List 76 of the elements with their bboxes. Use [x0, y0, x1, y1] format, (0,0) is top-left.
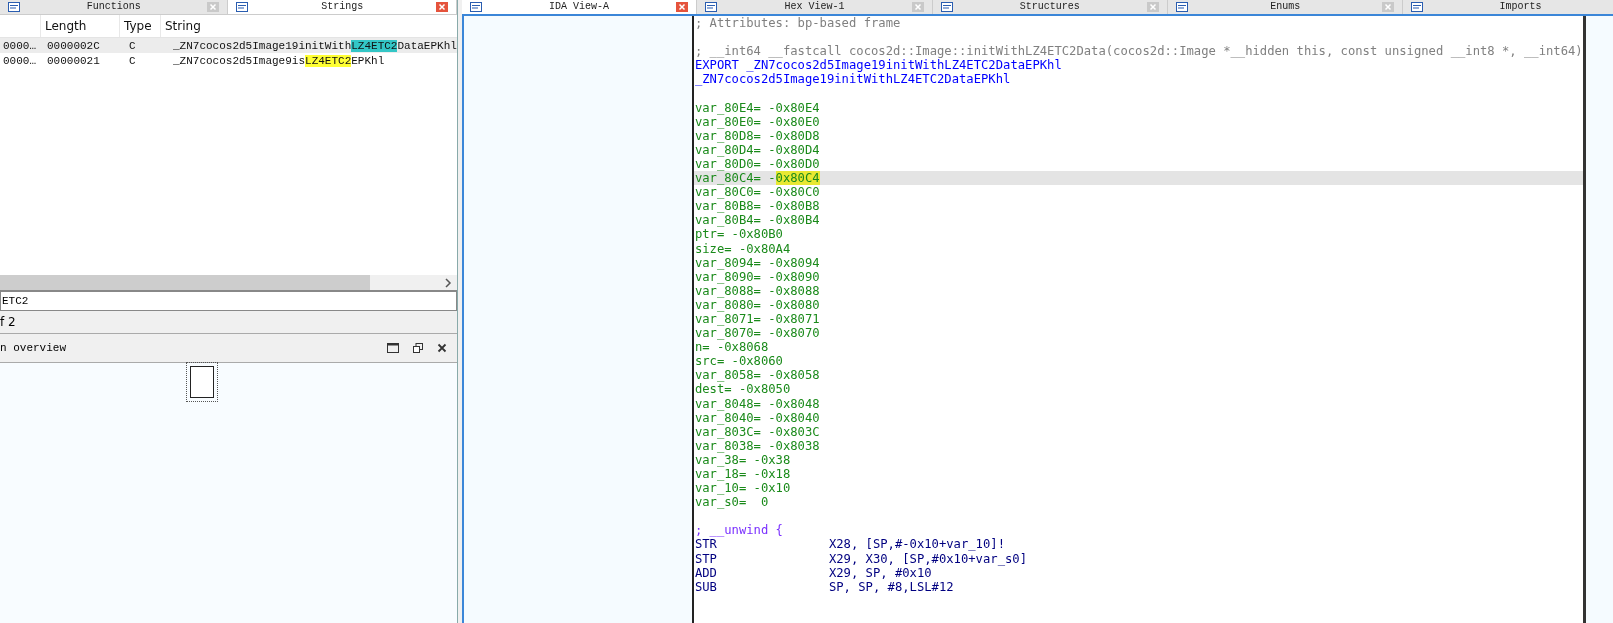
code-symbol[interactable]: EXPORT _ZN7cocos2d5Image19initWithLZ4ETC2DataEPKhl [694, 58, 1062, 73]
tab[interactable]: Imports [1403, 0, 1613, 14]
window-icon [1176, 2, 1188, 12]
stack-variable-line[interactable]: var_s0= 0 [693, 495, 1583, 510]
instruction-operands: X29, X30, [SP,#0x10+var_s0] [828, 551, 1027, 566]
stack-variable-line[interactable]: var_80D0= -0x80D0 [693, 156, 1583, 172]
window-icon [8, 2, 20, 12]
table-cell-text: 0000002C [46, 39, 101, 52]
restore-icon[interactable] [412, 343, 423, 353]
stack-variable-line[interactable]: dest= -0x8050 [693, 382, 1583, 397]
close-icon[interactable] [436, 343, 447, 353]
tab[interactable]: Hex View-1 [697, 0, 933, 14]
stack-variable-line[interactable]: var_8040= -0x8040 [693, 410, 1583, 425]
column-header[interactable]: String [161, 15, 457, 37]
instruction-operands: SP, SP, #8,LSL#12 [828, 579, 954, 594]
stack-variable-line[interactable]: ptr= -0x80B0 [693, 227, 1583, 242]
code-comment: ; __unwind { [694, 523, 783, 538]
search-field[interactable]: ETC2 [0, 292, 457, 311]
stack-variable-line[interactable]: var_8058= -0x8058 [693, 368, 1583, 383]
stack-variable-line[interactable]: var_80B8= -0x80B8 [693, 199, 1583, 214]
chevron-right-icon[interactable] [443, 277, 452, 288]
stack-variable-line[interactable]: var_80E0= -0x80E0 [693, 114, 1583, 129]
instruction-mnemonic: STR [694, 537, 718, 552]
window-icon [1411, 2, 1424, 12]
stack-variable-line[interactable]: var_80D4= -0x80D4 [693, 142, 1583, 157]
instruction-mnemonic: ADD [694, 565, 718, 580]
stack-variable-line[interactable]: var_38= -0x38 [693, 452, 1583, 467]
window-icon [705, 2, 718, 12]
table-cell-text: 0000… [2, 39, 37, 52]
stack-variable-line[interactable]: var_8070= -0x8070 [693, 326, 1583, 341]
stack-variable-line[interactable]: var_8071= -0x8071 [693, 311, 1583, 327]
tab[interactable]: Enums [1168, 0, 1404, 14]
tab[interactable]: Structures [932, 0, 1168, 14]
stack-variable-line[interactable]: var_80D8= -0x80D8 [693, 128, 1583, 143]
stack-variable-line[interactable]: var_80C0= -0x80C0 [693, 185, 1583, 200]
stack-variable-line[interactable]: var_10= -0x10 [693, 481, 1583, 496]
tab[interactable]: Functions [0, 0, 229, 14]
stack-variable-line[interactable]: var_8038= -0x8038 [693, 438, 1583, 453]
stack-variable-line[interactable]: var_803C= -0x803C [693, 424, 1583, 439]
panel-title: n overview [0, 342, 66, 354]
table-cell-text: C [128, 54, 137, 67]
table-row[interactable]: 0000… 0000002C C _ZN7cocos2d5Image19initWithLZ4ETC2DataEPKhl [0, 38, 457, 53]
code-comment: ; Attributes: bp-based frame [694, 16, 901, 30]
table-cell-text: 00000021 [46, 54, 101, 67]
match-count: f 2 [0, 311, 457, 333]
maximize-icon[interactable] [386, 343, 399, 353]
table-row[interactable]: 0000… 00000021 C _ZN7cocos2d5Image9isLZ4ETC2EPKhl [0, 53, 457, 68]
instruction-mnemonic: STP [694, 551, 718, 566]
instruction-operands: X28, [SP,#-0x10+var_10]! [828, 537, 1005, 552]
instruction-mnemonic: SUB [694, 579, 718, 594]
column-header[interactable]: Length [41, 15, 120, 37]
stack-variable-line[interactable]: var_80B4= -0x80B4 [693, 213, 1583, 228]
stack-variable-line[interactable]: var_8090= -0x8090 [693, 269, 1583, 284]
table-cell-text: C [128, 39, 137, 52]
horizontal-scrollbar[interactable] [0, 275, 457, 292]
tab[interactable]: Strings [228, 0, 457, 14]
window-icon [940, 2, 953, 12]
stack-variable-line[interactable]: var_8080= -0x8080 [693, 297, 1583, 312]
instruction-operands: X29, SP, #0x10 [828, 565, 932, 580]
stack-variable-line[interactable]: n= -0x8068 [693, 340, 1583, 355]
table-cell-text: _ZN7cocos2d5Image19initWithLZ4ETC2DataEPKhl [172, 39, 457, 52]
code-comment: ; __int64 __fastcall cocos2d::Image::initWithLZ4ETC2Data(cocos2d::Image *__hidden this, const unsigned __int8 *, __int64) [694, 44, 1583, 59]
stack-variable-line[interactable]: size= -0x80A4 [693, 241, 1583, 256]
stack-variable-line[interactable]: var_18= -0x18 [693, 467, 1583, 482]
stack-variable-line[interactable]: var_8094= -0x8094 [693, 255, 1583, 270]
table-cell-text: _ZN7cocos2d5Image9isLZ4ETC2EPKhl [172, 54, 386, 67]
tab[interactable]: IDA View-A [461, 0, 698, 14]
window-icon [469, 2, 482, 12]
code-symbol[interactable]: _ZN7cocos2d5Image19initWithLZ4ETC2DataEPKhl [694, 72, 1011, 87]
stack-variable-line[interactable]: src= -0x8060 [693, 354, 1583, 369]
stack-variable-line[interactable]: var_80E4= -0x80E4 [693, 100, 1583, 115]
column-header[interactable]: Type [120, 15, 161, 37]
table-cell-text: 0000… [2, 54, 37, 67]
stack-variable-line[interactable]: var_8088= -0x8088 [693, 283, 1583, 298]
window-icon [236, 2, 249, 12]
stack-variable-line[interactable]: var_8048= -0x8048 [693, 396, 1583, 411]
